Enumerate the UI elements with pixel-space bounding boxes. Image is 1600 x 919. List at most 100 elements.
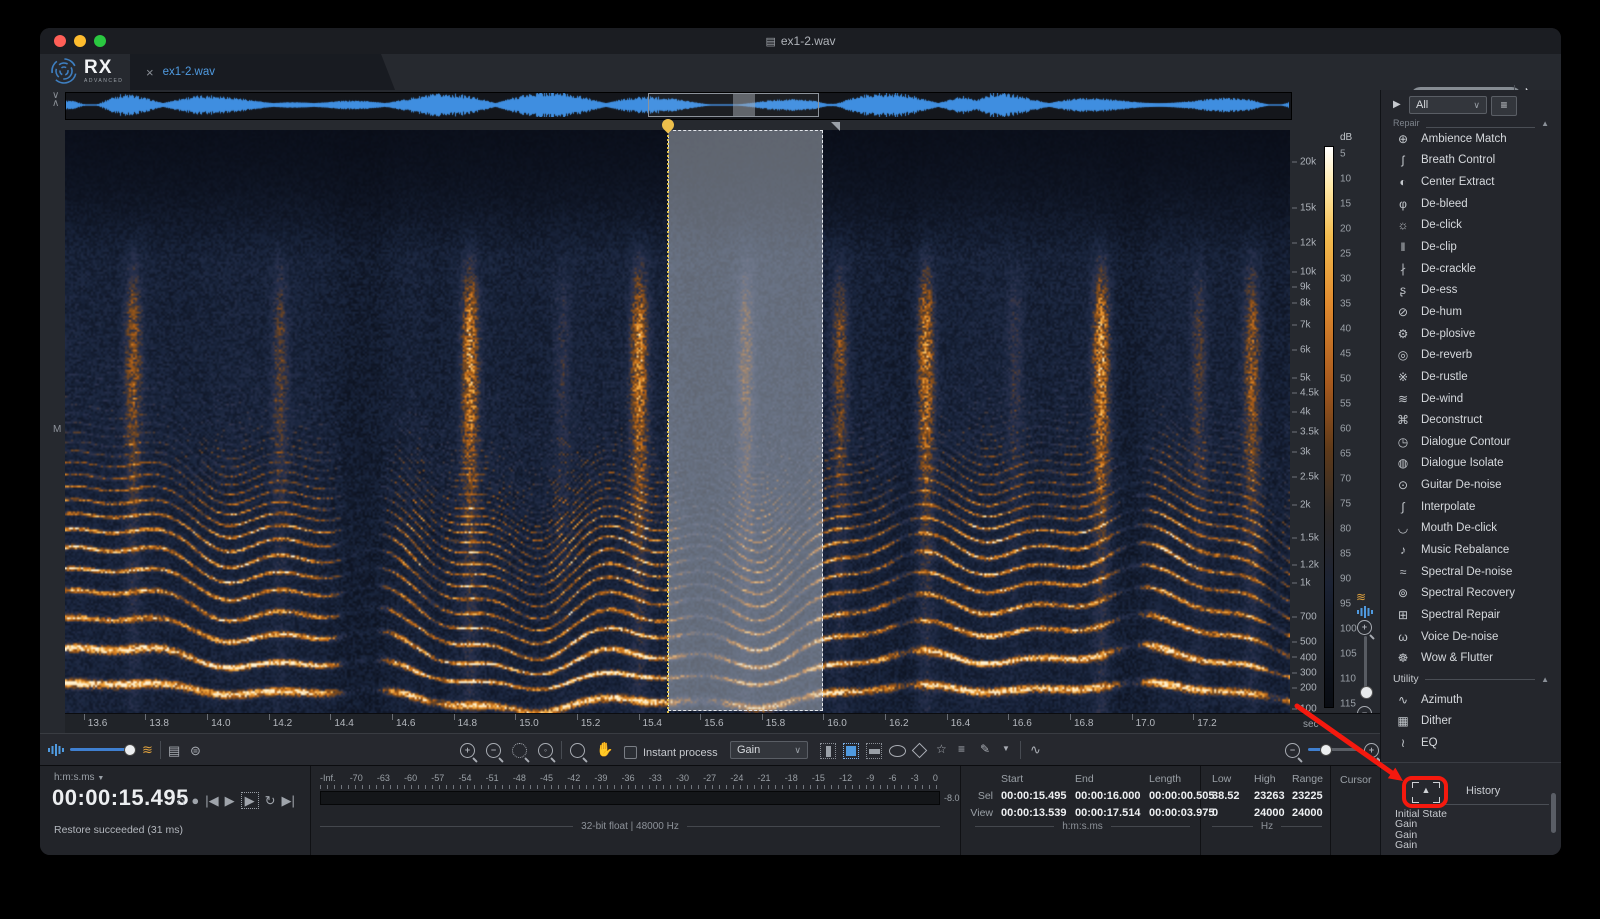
time-ruler[interactable]: sec 13.613.814.014.214.414.614.815.015.2… <box>65 713 1380 734</box>
module-item-music-rebalance[interactable]: ♪Music Rebalance <box>1381 539 1561 561</box>
module-item-wow-flutter[interactable]: ☸Wow & Flutter <box>1381 647 1561 669</box>
frequency-selection-tool[interactable] <box>866 743 882 759</box>
process-mode-dropdown[interactable]: Gain∨ <box>730 741 808 759</box>
horizontal-zoom-in-button[interactable]: + <box>1364 743 1379 758</box>
time-format-dropdown[interactable]: h:m:s.ms ▼ <box>54 772 104 783</box>
file-tab[interactable]: × ex1-2.wav <box>130 54 395 90</box>
rx-logo-icon <box>50 57 78 85</box>
module-item-de-bleed[interactable]: φDe-bleed <box>1381 193 1561 215</box>
waveform-view-icon[interactable] <box>1357 606 1373 618</box>
lasso-tool[interactable] <box>889 745 906 757</box>
vertical-zoom-in-button[interactable]: + <box>1357 620 1372 635</box>
module-item-de-plosive[interactable]: ⚙De-plosive <box>1381 323 1561 345</box>
module-item-dialogue-contour[interactable]: ◷Dialogue Contour <box>1381 431 1561 453</box>
freq-tick: 500 <box>1292 636 1317 647</box>
loop-button[interactable]: ↻ <box>265 794 276 807</box>
harmonics-tool[interactable]: ≡ <box>958 742 965 756</box>
module-filter-dropdown[interactable]: All∨ <box>1409 96 1487 114</box>
db-tick: 100 <box>1340 624 1357 635</box>
more-tools-dropdown[interactable]: ▼ <box>1002 744 1010 753</box>
time-selection-rect[interactable] <box>668 130 824 711</box>
freq-tick: 300 <box>1292 667 1317 678</box>
module-menu-button[interactable]: ≡ <box>1491 96 1517 116</box>
previous-button[interactable]: |◀ <box>205 794 218 807</box>
hand-tool[interactable]: ✋ <box>596 741 613 758</box>
record-button[interactable]: ● <box>191 794 199 807</box>
zoom-fit-button[interactable]: ◦ <box>538 743 553 758</box>
db-tick: 5 <box>1340 149 1346 160</box>
chevron-down-icon: ▼ <box>97 775 104 782</box>
horizontal-zoom-slider[interactable] <box>1308 748 1358 751</box>
module-item-de-ess[interactable]: ʂDe-ess <box>1381 279 1561 301</box>
spectrogram-view-icon[interactable]: ≋ <box>1356 590 1366 604</box>
history-scrollbar[interactable] <box>1551 793 1556 833</box>
time-tick-label: 15.0 <box>519 718 538 729</box>
module-item-dither[interactable]: ▦Dither <box>1381 711 1561 733</box>
instant-process-checkbox[interactable] <box>624 746 637 759</box>
history-item-gain[interactable]: Gain <box>1395 840 1447 850</box>
module-item-azimuth[interactable]: ∿Azimuth <box>1381 689 1561 711</box>
db-tick: 115 <box>1340 699 1356 710</box>
zoom-selection-button[interactable] <box>512 743 527 758</box>
vertical-zoom-knob[interactable] <box>1360 686 1373 699</box>
module-item-de-crackle[interactable]: ∤De-crackle <box>1381 258 1561 280</box>
magnify-tool[interactable] <box>570 743 585 758</box>
preview-play-icon[interactable]: ▶ <box>1393 99 1401 110</box>
horizontal-zoom-knob[interactable] <box>1320 744 1332 756</box>
module-item-de-hum[interactable]: ⊘De-hum <box>1381 301 1561 323</box>
module-item-center-extract[interactable]: ◐Center Extract <box>1381 171 1561 193</box>
module-item-spectral-repair[interactable]: ⊞Spectral Repair <box>1381 604 1561 626</box>
comments-icon[interactable]: ⊜ <box>190 743 201 759</box>
magic-wand-tool[interactable]: ☆ <box>936 742 947 756</box>
go-to-end-button[interactable]: ▶| <box>281 794 294 807</box>
module-item-de-reverb[interactable]: ◎De-reverb <box>1381 344 1561 366</box>
time-frequency-selection-tool[interactable] <box>843 743 859 759</box>
module-item-spectral-recovery[interactable]: ⊚Spectral Recovery <box>1381 582 1561 604</box>
module-item-de-rustle[interactable]: ※De-rustle <box>1381 366 1561 388</box>
module-item-de-click[interactable]: ☼De-click <box>1381 215 1561 237</box>
blend-slider-knob[interactable] <box>124 744 136 756</box>
panel-collapse-handles[interactable]: ∨∧ <box>52 92 59 108</box>
waveform-overview[interactable] <box>65 92 1292 120</box>
module-item-deconstruct[interactable]: ⌘Deconstruct <box>1381 409 1561 431</box>
history-collapse-button[interactable]: ▲ <box>1412 782 1440 803</box>
time-tick-label: 16.4 <box>951 718 970 729</box>
monitor-button[interactable]: ∩ <box>176 794 185 807</box>
meter-tick-label: -33 <box>649 773 662 783</box>
module-item-spectral-de-noise[interactable]: ≈Spectral De-noise <box>1381 561 1561 583</box>
rx-logo: RX ADVANCED <box>50 57 123 85</box>
zoom-in-button[interactable]: + <box>460 743 475 758</box>
play-button[interactable]: ▶ <box>225 794 235 807</box>
instant-process-toggle[interactable]: Instant process <box>624 744 718 762</box>
module-item-dialogue-isolate[interactable]: ◍Dialogue Isolate <box>1381 453 1561 475</box>
section-header-utility[interactable]: Utility▲ <box>1381 669 1561 689</box>
db-colorbar[interactable] <box>1324 146 1334 708</box>
zoom-out-button[interactable]: − <box>486 743 501 758</box>
db-tick: 95 <box>1340 599 1351 610</box>
wave-spec-blend-slider[interactable] <box>70 748 136 751</box>
module-item-de-wind[interactable]: ≋De-wind <box>1381 388 1561 410</box>
vertical-zoom-slider[interactable] <box>1364 636 1367 692</box>
tab-close-icon[interactable]: × <box>146 65 154 80</box>
spectrogram-view[interactable] <box>65 130 1290 713</box>
time-selection-tool[interactable] <box>820 743 836 759</box>
signal-chain-icon[interactable]: ∿ <box>1030 742 1041 758</box>
module-item-mouth-de-click[interactable]: ◡Mouth De-click <box>1381 518 1561 540</box>
meter-tick-label: -57 <box>431 773 444 783</box>
module-item-voice-de-noise[interactable]: ωVoice De-noise <box>1381 626 1561 648</box>
section-header-repair[interactable]: Repair▲ <box>1381 118 1561 128</box>
horizontal-zoom-out-button[interactable]: − <box>1285 743 1300 758</box>
module-item-eq[interactable]: ≀EQ <box>1381 732 1561 754</box>
play-selection-button[interactable]: ▶ <box>241 792 259 809</box>
session-notes-icon[interactable]: ▤ <box>168 743 180 759</box>
overview-view-region[interactable] <box>648 93 819 117</box>
module-item-breath-control[interactable]: ʃBreath Control <box>1381 150 1561 172</box>
module-item-guitar-de-noise[interactable]: ⊙Guitar De-noise <box>1381 474 1561 496</box>
module-item-de-clip[interactable]: ‖De-clip <box>1381 236 1561 258</box>
col-header-low: Low <box>1212 773 1254 785</box>
module-label: Center Extract <box>1421 176 1495 188</box>
brush-tool[interactable] <box>912 743 928 759</box>
module-item-ambience-match[interactable]: ⊕Ambience Match <box>1381 128 1561 150</box>
module-item-interpolate[interactable]: ∫Interpolate <box>1381 496 1561 518</box>
draw-tool[interactable]: ✎ <box>980 742 990 756</box>
